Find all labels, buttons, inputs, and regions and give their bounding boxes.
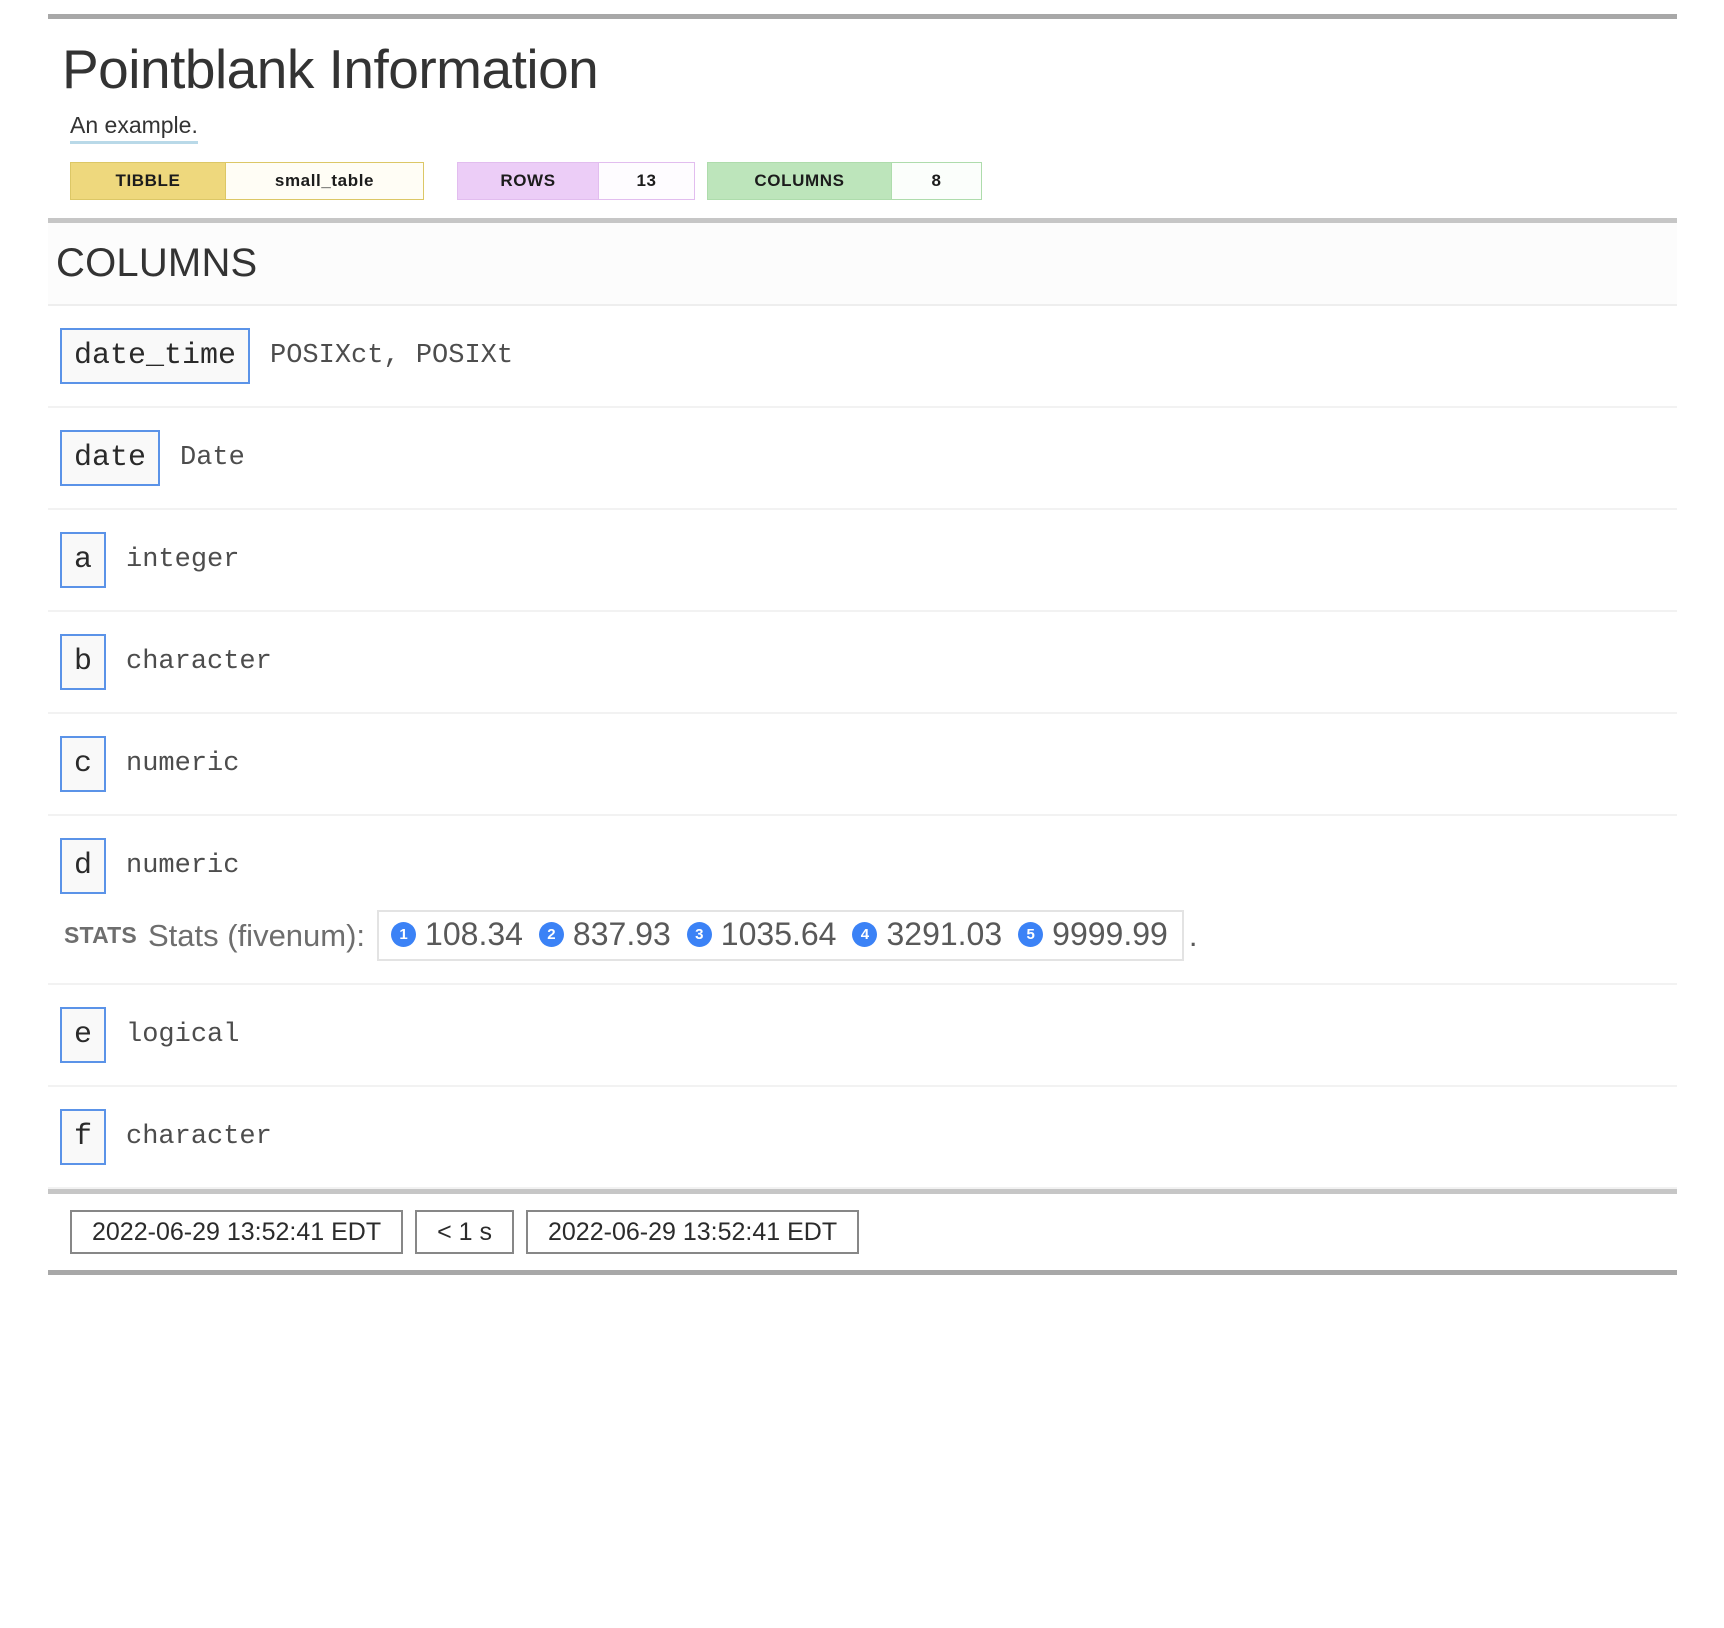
badge-rows-label: ROWS [457,162,599,201]
page-root: Pointblank Information An example. TIBBL… [0,0,1724,1628]
subtitle-wrap: An example. [48,99,1677,145]
report-footer: 2022-06-29 13:52:41 EDT < 1 s 2022-06-29… [48,1189,1677,1270]
column-row: d numeric STATS Stats (fivenum): 1 108.3… [48,816,1677,986]
column-row: c numeric [48,714,1677,817]
stat-value: 1035.64 [720,916,837,953]
report-header: Pointblank Information An example. TIBBL… [48,19,1677,224]
column-row: a integer [48,510,1677,613]
column-line: date Date [60,430,1677,487]
footer-end-time: 2022-06-29 13:52:41 EDT [526,1210,860,1255]
summary-badge-row: TIBBLE small_table ROWS 13 COLUMNS 8 [48,144,1677,201]
section-heading: COLUMNS [56,241,258,286]
stat-bullet-4-icon: 4 [852,922,878,948]
stat-bullet-2-icon: 2 [538,922,564,948]
stats-label: Stats (fivenum): [147,917,366,953]
column-line: c numeric [60,736,1677,793]
stats-values-box: 1 108.34 2 837.93 3 1035.64 4 3291.03 5 … [377,910,1184,962]
footer-duration: < 1 s [415,1210,514,1255]
column-stats-line: STATS Stats (fivenum): 1 108.34 2 837.93… [60,910,1677,962]
section-header-columns: COLUMNS [48,223,1677,307]
stat-bullet-3-icon: 3 [686,922,712,948]
column-line: f character [60,1109,1677,1166]
column-line: date_time POSIXct, POSIXt [60,328,1677,385]
badge-columns: COLUMNS 8 [707,162,982,201]
stat-bullet-5-icon: 5 [1018,922,1044,948]
column-line: b character [60,634,1677,691]
stat-item: 3 1035.64 [686,916,837,953]
column-name-badge: date_time [60,328,251,385]
stat-item: 4 3291.03 [852,916,1002,953]
stat-value: 3291.03 [886,916,1003,953]
column-line: a integer [60,532,1677,589]
column-name-badge: c [60,736,107,793]
stat-value: 9999.99 [1052,916,1168,953]
badge-tibble-value: small_table [226,162,424,201]
column-type-label: logical [126,1020,240,1051]
column-type-label: numeric [126,851,240,882]
badge-rows-value: 13 [599,162,695,201]
column-row: date_time POSIXct, POSIXt [48,306,1677,409]
column-name-badge: f [60,1109,107,1166]
column-line: e logical [60,1007,1677,1064]
column-type-label: Date [180,443,245,474]
page-title: Pointblank Information [62,38,599,100]
badge-columns-label: COLUMNS [707,162,892,201]
stat-value: 837.93 [572,916,671,953]
column-type-label: character [126,1122,272,1153]
column-type-label: numeric [126,749,240,780]
pointblank-information-table: Pointblank Information An example. TIBBL… [48,14,1677,1276]
column-line: d numeric [60,838,1677,895]
stat-item: 2 837.93 [538,916,671,953]
stat-item: 1 108.34 [391,916,523,953]
column-name-badge: a [60,532,107,589]
report-subtitle: An example. [70,112,198,145]
column-name-badge: date [60,430,161,487]
badge-tibble: TIBBLE small_table [70,162,424,201]
badge-rows: ROWS 13 [457,162,695,201]
stat-bullet-1-icon: 1 [391,922,417,948]
footer-start-time: 2022-06-29 13:52:41 EDT [70,1210,404,1255]
column-name-badge: b [60,634,107,691]
column-type-label: integer [126,545,240,576]
column-name-badge: d [60,838,107,895]
column-row: e logical [48,985,1677,1088]
column-row: date Date [48,408,1677,511]
badge-tibble-label: TIBBLE [70,162,226,201]
column-name-badge: e [60,1007,107,1064]
stats-tag: STATS [64,922,137,949]
stat-value: 108.34 [425,916,523,953]
stats-trailing-period: . [1188,917,1198,953]
column-type-label: POSIXct, POSIXt [270,341,514,372]
stat-item: 5 9999.99 [1018,916,1168,953]
column-row: b character [48,612,1677,715]
column-row: f character [48,1087,1677,1190]
badge-columns-value: 8 [892,162,982,201]
column-type-label: character [126,647,272,678]
